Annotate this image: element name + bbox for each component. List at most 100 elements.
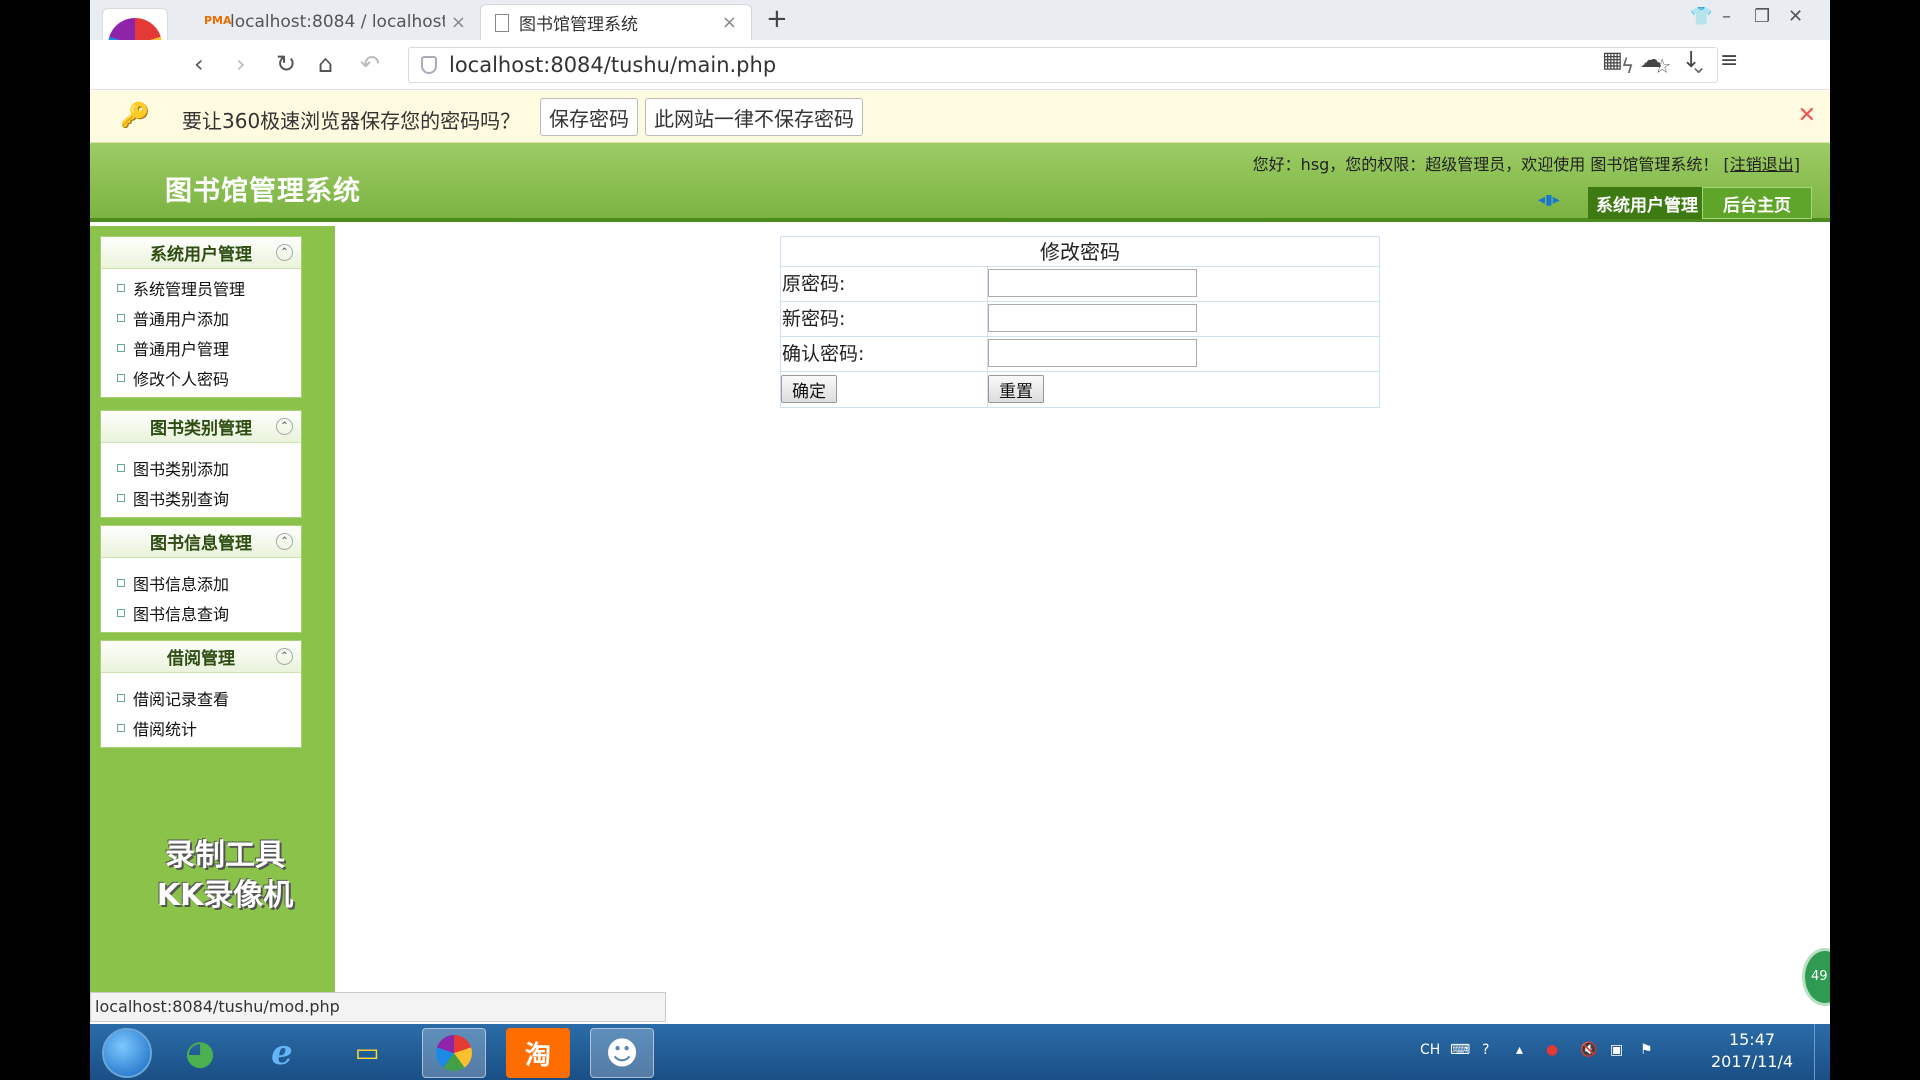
tray-expand-icon[interactable]: ▴ [1516,1042,1523,1058]
start-button[interactable] [102,1028,152,1078]
floating-speed-ball[interactable]: 49 [1802,948,1830,1006]
lightning-icon[interactable]: ϟ [1621,54,1634,78]
reload-icon[interactable]: ↻ [276,50,296,78]
sidebar-item-label: 图书类别添加 [133,460,230,479]
taobao-icon[interactable]: 淘 [506,1028,570,1078]
minimize-icon[interactable]: – [1722,6,1731,27]
new-password-field[interactable] [988,304,1197,332]
internet-explorer-icon[interactable]: ℯ [250,1028,314,1078]
collapse-icon[interactable]: ⌃ [276,648,293,665]
form-row-confirm-password: 确认密码: [781,337,1379,372]
collapse-icon[interactable]: ⌃ [276,418,293,435]
collapse-icon[interactable]: ⌃ [276,533,293,550]
browser-tab-phpmyadmin[interactable]: PMA localhost:8084 / localhost × [190,4,480,40]
back-icon[interactable]: ‹ [194,50,204,78]
sidebar-item-borrow-stats[interactable]: 借阅统计 [101,713,301,743]
sidebar-item-user-manage[interactable]: 普通用户管理 [101,333,301,363]
sidebar-item-label: 图书信息查询 [133,605,230,624]
welcome-text: 您好：hsg，您的权限：超级管理员，欢迎使用 图书馆管理系统！ [注销退出] [1253,151,1800,175]
menu-group-header[interactable]: 图书信息管理 ⌃ [101,526,301,558]
password-prompt: 要让360极速浏览器保存您的密码吗？ [182,109,521,133]
apps-grid-icon[interactable]: ▦ [1602,48,1623,73]
bullet-icon [117,494,125,502]
home-icon[interactable]: ⌂ [318,50,333,78]
sidebar-item-user-add[interactable]: 普通用户添加 [101,303,301,333]
close-window-icon[interactable]: ✕ [1788,6,1803,27]
language-indicator[interactable]: CH [1420,1042,1440,1058]
page-icon [495,13,509,32]
url-field[interactable]: localhost:8084/tushu/main.php ϟ ☆ ⌄ [408,47,1718,83]
form-row-buttons: 确定 重置 [781,372,1379,407]
nav-arrows-icon[interactable]: ◂▮▸ [1538,192,1560,208]
bullet-icon [117,724,125,732]
bullet-icon [117,694,125,702]
clock-time: 15:47 [1728,1030,1776,1049]
skin-icon[interactable]: 👕 [1690,6,1712,27]
submit-button[interactable]: 确定 [781,375,837,403]
browser-tab-library[interactable]: 图书馆管理系统 × [480,4,752,40]
menu-group-title: 图书信息管理 [150,534,252,554]
network-icon[interactable]: ▣ [1610,1042,1623,1058]
confirm-password-field[interactable] [988,339,1197,367]
old-password-field[interactable] [988,269,1197,297]
forward-icon[interactable]: › [236,50,246,78]
tab-title: localhost:8084 / localhost [230,12,445,32]
help-icon[interactable]: ? [1482,1042,1489,1058]
close-icon[interactable]: × [722,12,737,33]
sidebar-item-category-add[interactable]: 图书类别添加 [101,453,301,483]
watermark-line: 录制工具 [165,838,285,873]
sidebar-item-book-query[interactable]: 图书信息查询 [101,598,301,628]
close-icon[interactable]: ✕ [1798,103,1816,128]
reset-button[interactable]: 重置 [988,375,1044,403]
logout-link[interactable]: [注销退出] [1724,155,1801,174]
sidebar-item-change-password[interactable]: 修改个人密码 [101,363,301,393]
phpmyadmin-icon: PMA [204,14,232,27]
menu-group-book-category: 图书类别管理 ⌃ 图书类别添加 图书类别查询 [100,410,302,518]
sidebar-item-book-add[interactable]: 图书信息添加 [101,568,301,598]
maximize-icon[interactable]: ❐ [1754,6,1770,27]
menu-group-header[interactable]: 系统用户管理 ⌃ [101,237,301,269]
menu-icon[interactable]: ≡ [1720,48,1738,73]
bullet-icon [117,579,125,587]
clock-date: 2017/11/4 [1710,1052,1794,1071]
sidebar: 系统用户管理 ⌃ 系统管理员管理 普通用户添加 普通用户管理 修改个人密码 图书… [90,226,335,992]
sidebar-item-label: 图书信息添加 [133,575,230,594]
sidebar-item-label: 普通用户添加 [133,310,230,329]
menu-group-header[interactable]: 借阅管理 ⌃ [101,641,301,673]
sidebar-item-borrow-records[interactable]: 借阅记录查看 [101,683,301,713]
password-save-bar: 🔑 要让360极速浏览器保存您的密码吗？ 保存密码 此网站一律不保存密码 ✕ [90,91,1830,143]
kk-recorder-icon[interactable]: ☻ [590,1028,654,1078]
volume-muted-icon[interactable]: 🔇 [1580,1042,1597,1058]
nav-tab-system-users[interactable]: 系统用户管理 [1588,187,1706,219]
sidebar-item-category-query[interactable]: 图书类别查询 [101,483,301,513]
never-save-button[interactable]: 此网站一律不保存密码 [645,98,863,136]
menu-group-header[interactable]: 图书类别管理 ⌃ [101,411,301,443]
cloud-icon[interactable]: ☁ [1640,48,1662,73]
close-icon[interactable]: × [451,12,466,33]
system-clock[interactable]: 15:47 2017/11/4 [1702,1029,1802,1073]
browser-360-taskbar-icon[interactable] [422,1028,486,1078]
menu-group-title: 借阅管理 [167,649,235,669]
recorder-watermark: 录制工具 KK录像机 [130,836,320,916]
menu-group-system-users: 系统用户管理 ⌃ 系统管理员管理 普通用户添加 普通用户管理 修改个人密码 [100,236,302,398]
nav-tab-home[interactable]: 后台主页 [1702,187,1812,219]
show-desktop-button[interactable] [1814,1024,1830,1080]
sidebar-item-admin-manage[interactable]: 系统管理员管理 [101,273,301,303]
app-360safe-icon[interactable]: ◕ [168,1028,232,1078]
download-icon[interactable]: ↓ [1682,48,1700,73]
change-password-form: 修改密码 原密码: 新密码: 确认密码: 确定 重置 [780,236,1380,408]
collapse-icon[interactable]: ⌃ [276,244,293,261]
keyboard-icon[interactable]: ⌨ [1450,1042,1470,1058]
undo-close-icon[interactable]: ↶ [360,50,380,78]
file-explorer-icon[interactable]: ▭ [335,1028,399,1078]
status-bar: localhost:8084/tushu/mod.php [90,992,666,1022]
save-password-button[interactable]: 保存密码 [540,98,638,136]
sidebar-item-label: 系统管理员管理 [133,280,246,299]
action-center-flag-icon[interactable]: ⚑ [1640,1042,1653,1058]
new-tab-button[interactable]: + [766,4,788,34]
bullet-icon [117,314,125,322]
security-tray-icon[interactable]: ● [1546,1042,1558,1058]
form-row-old-password: 原密码: [781,267,1379,302]
main-content: 修改密码 原密码: 新密码: 确认密码: 确定 重置 49 [335,226,1830,1006]
bullet-icon [117,609,125,617]
